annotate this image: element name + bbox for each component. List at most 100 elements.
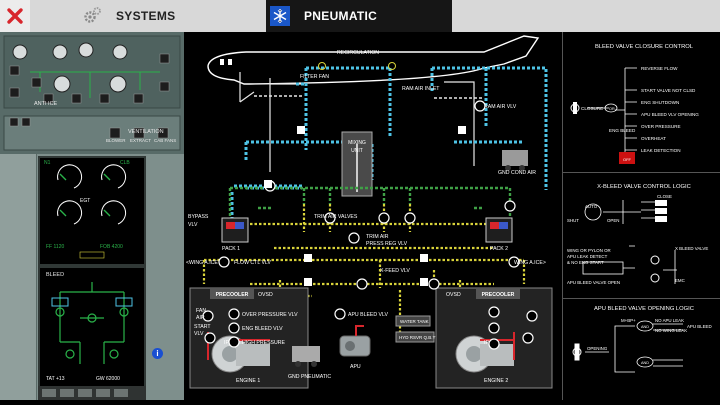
high-pressure-label: HIGH PRESSURE <box>242 340 285 346</box>
bypass-valve-2[interactable] <box>504 200 516 212</box>
ip-label-left: IP <box>224 340 229 346</box>
wing-pylon-text: WING OR PYLON OR <box>567 248 611 253</box>
eng-bleed-valve-1[interactable] <box>228 322 240 334</box>
trim-air-press-label-1: TRIM AIR <box>366 234 389 240</box>
bleed-page-label: BLEED <box>46 272 65 278</box>
valve-square-4[interactable] <box>304 254 312 262</box>
fan-air-label-2: AIR <box>196 315 205 321</box>
reverse-flow-text: REVERSE FLOW <box>641 66 678 71</box>
svg-text:TAT +13: TAT +13 <box>46 376 65 382</box>
pedestal-keys <box>38 386 146 400</box>
valve-square-1[interactable] <box>297 126 305 134</box>
eng-bleed-valve-2[interactable] <box>488 322 500 334</box>
trim-air-press-label-2: PRESS REG VLV <box>366 241 408 247</box>
ip-label-right: IP <box>484 340 489 346</box>
recirculation-label: RECIRCULATION <box>337 50 379 56</box>
ram-air-vlv-label: RAM AIR VLV <box>484 104 517 110</box>
valve-square-2[interactable] <box>458 126 466 134</box>
svg-text:GW 62000: GW 62000 <box>96 376 120 382</box>
water-tank-label: WATER TANK <box>400 319 429 324</box>
start-valve-2[interactable] <box>522 332 534 344</box>
x-feed-vlv-label: X-FEED VLV <box>380 268 410 274</box>
start-vlv-label-2: VLV <box>194 331 204 337</box>
or-gate-text: OR <box>609 107 615 111</box>
valve-square-7[interactable] <box>420 278 428 286</box>
bypass-label-2: VLV <box>188 222 198 228</box>
precooler-right-label: PRECOOLER <box>482 292 515 298</box>
ovsd-right-label: OVSD <box>446 292 461 298</box>
svg-text:CLB: CLB <box>120 160 130 166</box>
filter-fan-label: FILTER FAN <box>300 74 329 80</box>
start-valve-1[interactable] <box>204 332 216 344</box>
close-button[interactable] <box>0 0 30 32</box>
apu-bleed-valve[interactable] <box>334 308 346 320</box>
overheat-text: OVERHEAT <box>641 136 666 141</box>
logic-panel: BLEED VALVE CLOSURE CONTROL REVERSE FLOW… <box>562 32 720 400</box>
and-text-3: AND <box>641 361 649 365</box>
start-valve-text: START VALVE NOT CLSD <box>641 88 696 93</box>
valve-square-5[interactable] <box>420 254 428 262</box>
close-text: CLOSE <box>657 194 672 199</box>
valve-square-6[interactable] <box>304 278 312 286</box>
emc-text: EMC <box>675 278 685 283</box>
fan-air-valve-2[interactable] <box>526 310 538 322</box>
apu-label: APU <box>350 364 361 370</box>
high-pressure-valve-2[interactable] <box>488 338 500 350</box>
svg-text:N1: N1 <box>44 160 51 166</box>
closure-text: CLOSURE <box>581 106 603 111</box>
flow-ctl-valve-1[interactable] <box>218 256 230 268</box>
over-pressure-valve-1[interactable] <box>228 308 240 320</box>
trim-air-valve-2[interactable] <box>378 212 390 224</box>
valve-square-3[interactable] <box>264 180 272 188</box>
tab-systems[interactable]: SYSTEMS <box>78 0 264 32</box>
flow-ctl-vlv-label: FLOW CTL VLV <box>234 260 271 266</box>
high-pressure-valve-1[interactable] <box>228 336 240 348</box>
mixing-label-1: MIXING <box>348 140 366 146</box>
gears-icon <box>82 6 102 26</box>
x-bleed-valve-text: X BLEED VALVE <box>675 246 708 251</box>
svg-text:EGT: EGT <box>80 198 90 204</box>
wing-aice-left-label: <WING A.ICE <box>186 260 218 266</box>
precooler-left-label: PRECOOLER <box>216 292 249 298</box>
off-text: OFF <box>623 157 632 162</box>
x-feed-valve-2[interactable] <box>428 278 440 290</box>
svg-text:FOB 4200: FOB 4200 <box>100 244 123 250</box>
close-x-icon <box>7 8 23 24</box>
tab-pneumatic[interactable]: PNEUMATIC <box>266 0 452 32</box>
engine-display: N1 CLB EGT FF 1120 FOB 4200 <box>38 156 146 266</box>
fan-air-label-1: FAN <box>196 308 206 314</box>
bleed-valve-closure-section: BLEED VALVE CLOSURE CONTROL REVERSE FLOW… <box>563 32 720 173</box>
precooler-right <box>435 287 553 389</box>
no-apu-leak-text: NO APU LEAK <box>655 318 684 323</box>
cockpit-overhead-panel: ANTI ICE VENTILATION BLOWER EXTRACT CAB … <box>0 32 184 400</box>
gnd-pneumatic-label: GND PNEUMATIC <box>288 374 331 380</box>
bypass-label-1: BYPASS <box>188 214 209 220</box>
svg-text:FF 1120: FF 1120 <box>46 244 64 250</box>
tab-systems-label: SYSTEMS <box>116 9 176 23</box>
eng-bleed-vlv-label: ENG BLEED VLV <box>242 326 283 332</box>
trim-air-valves-label: TRIM AIR VALVES <box>314 214 358 220</box>
mbp-text: M+BP+ <box>621 318 636 323</box>
trim-air-press-reg-valve[interactable] <box>348 232 360 244</box>
apu-opening-logic-section: APU BLEED VALVE OPENING LOGIC OPENING M+… <box>563 300 720 400</box>
no-eng-start-text: & NO ENG START <box>567 260 604 265</box>
pack1-label: PACK 1 <box>222 246 240 252</box>
x-feed-valve[interactable] <box>356 278 368 290</box>
pneumatic-schematic: RECIRCULATION FILTER FAN RAM AIR INLET R… <box>184 32 560 400</box>
ac-panel-controls <box>0 32 184 154</box>
info-button[interactable]: i <box>152 348 163 359</box>
fuselage-outline <box>207 35 540 85</box>
no-wing-leak-text: NO WING LEAK <box>655 328 687 333</box>
x-bleed-logic-section: X-BLEED VALVE CONTROL LOGIC AUTO SHUT OP… <box>563 174 720 299</box>
apu-open-valve-icon <box>572 343 582 361</box>
tab-pneumatic-label: PNEUMATIC <box>304 9 378 23</box>
apu-bleed-open-text: APU BLEED VALVE OPEN <box>567 280 620 285</box>
air-conditioning-panel: ANTI ICE VENTILATION BLOWER EXTRACT CAB … <box>0 32 184 154</box>
wing-aice-right-label: WING A.ICE> <box>514 260 546 266</box>
apu-bleed-logic-text: APU BLEED <box>687 324 712 329</box>
ram-air-inlet-label: RAM AIR INLET <box>402 86 440 92</box>
apu-graphic <box>339 325 371 357</box>
pack-1 <box>221 217 249 243</box>
trim-air-valve-3[interactable] <box>404 212 416 224</box>
over-pressure-valve-2[interactable] <box>488 306 500 318</box>
